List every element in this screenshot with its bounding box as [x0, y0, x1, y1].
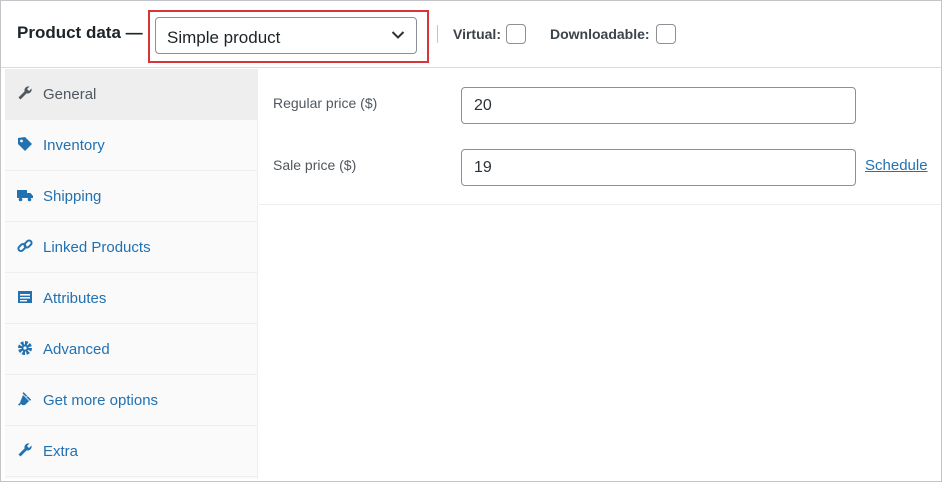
tab-inventory[interactable]: Inventory	[5, 120, 258, 171]
tab-attributes[interactable]: Attributes	[5, 273, 258, 324]
product-type-value: Simple product	[167, 28, 281, 47]
chevron-down-icon	[391, 31, 405, 39]
product-data-header: Product data — Simple product Virtual: D…	[1, 1, 941, 68]
tag-icon	[18, 137, 32, 151]
tab-general[interactable]: General	[5, 69, 258, 120]
regular-price-label: Regular price ($)	[273, 95, 378, 111]
tab-label: Extra	[43, 443, 79, 460]
tab-advanced[interactable]: Advanced	[5, 324, 258, 375]
tab-extra[interactable]: Extra	[5, 426, 258, 477]
panel-title: Product data —	[17, 23, 143, 42]
product-data-panel: Product data — Simple product Virtual: D…	[0, 0, 942, 482]
virtual-label: Virtual:	[453, 26, 501, 42]
sale-price-label: Sale price ($)	[273, 157, 357, 173]
tab-label: Inventory	[43, 137, 105, 154]
header-divider	[437, 25, 438, 43]
tab-get-more-options[interactable]: Get more options	[5, 375, 258, 426]
general-options-panel: Regular price ($) Sale price ($) Schedul…	[259, 69, 941, 205]
tab-label: Attributes	[43, 290, 107, 307]
plugin-icon	[18, 392, 32, 406]
gear-icon	[18, 341, 32, 355]
tab-label: Linked Products	[43, 239, 151, 256]
tab-label: General	[43, 86, 97, 103]
regular-price-input[interactable]	[461, 87, 856, 124]
truck-icon	[17, 190, 33, 202]
list-icon	[18, 291, 32, 303]
tab-label: Get more options	[43, 392, 159, 409]
tab-label: Shipping	[43, 188, 102, 205]
tab-shipping[interactable]: Shipping	[5, 171, 258, 222]
wrench-icon	[18, 86, 32, 100]
tab-linked-products[interactable]: Linked Products	[5, 222, 258, 273]
product-type-select[interactable]: Simple product	[155, 17, 417, 54]
downloadable-label: Downloadable:	[550, 26, 650, 42]
sale-price-input[interactable]	[461, 149, 856, 186]
downloadable-checkbox[interactable]	[656, 24, 676, 44]
product-data-tabs: General Inventory Shipping Linked Produc…	[5, 69, 258, 479]
link-icon	[17, 239, 33, 253]
virtual-checkbox[interactable]	[506, 24, 526, 44]
wrench-icon	[18, 443, 32, 457]
tab-label: Advanced	[43, 341, 110, 358]
schedule-link[interactable]: Schedule	[865, 157, 928, 174]
